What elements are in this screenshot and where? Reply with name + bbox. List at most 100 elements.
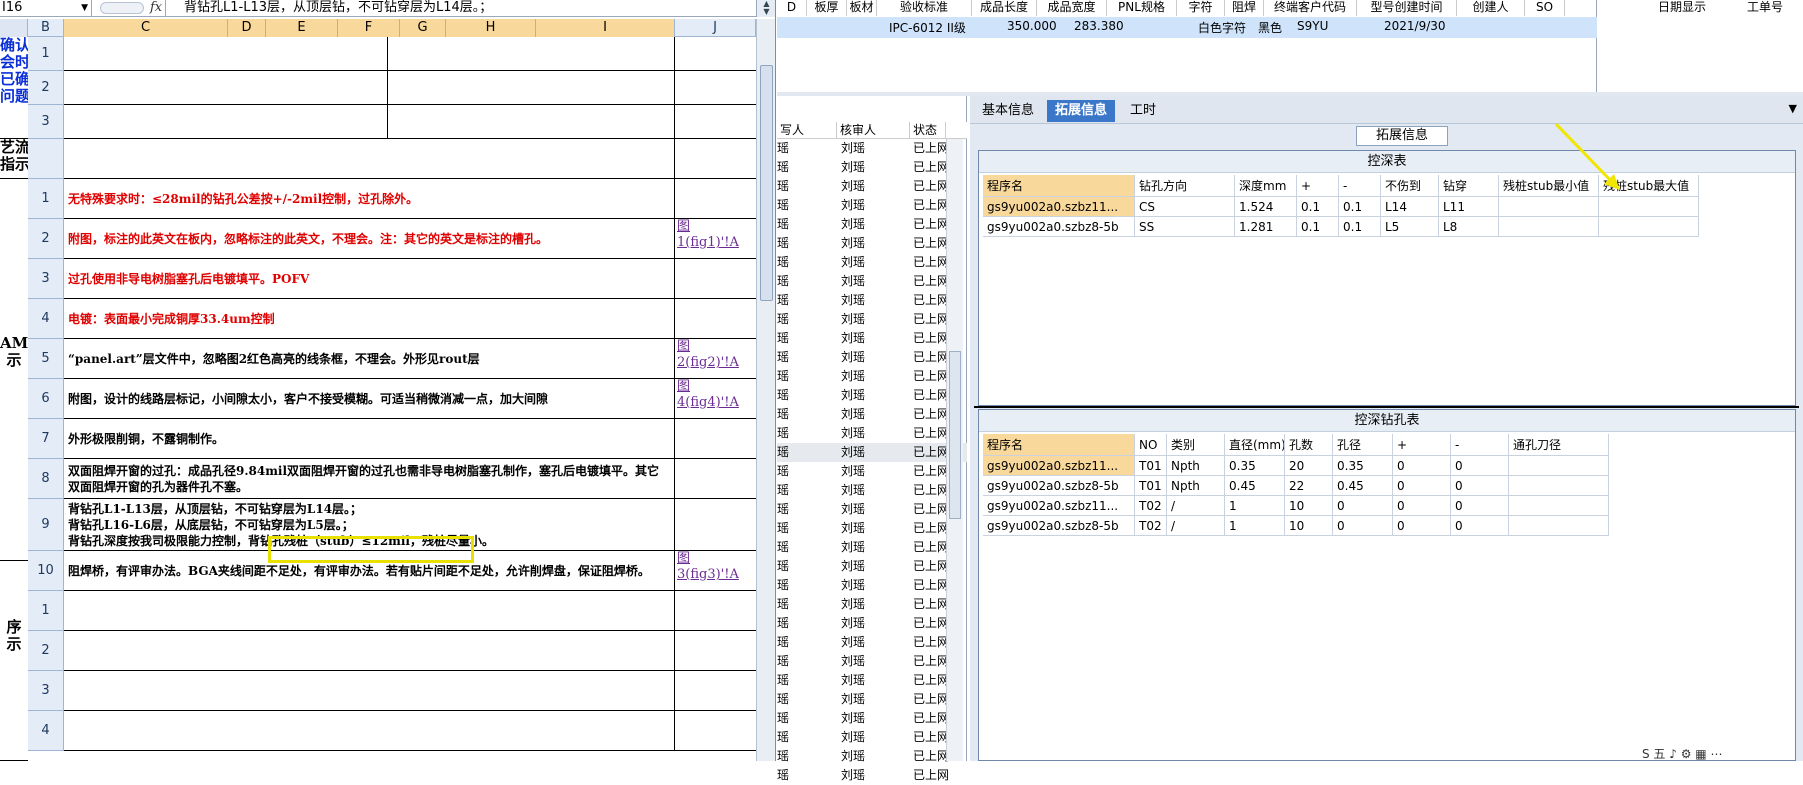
chevron-down-icon[interactable]: ▼ [81,0,88,16]
table-cell[interactable]: 0.45 [1225,476,1285,496]
sheet-row[interactable]: 电镀：表面最小完成铜厚33.4um控制 [64,299,756,339]
sheet-row[interactable] [64,105,756,139]
list-item[interactable]: 瑶 刘瑶 已上网 [777,595,967,614]
table-cell[interactable] [1509,456,1609,476]
list-item[interactable]: 瑶 刘瑶 已上网 [777,367,967,386]
column-header[interactable]: 钻孔方向 [1135,175,1235,197]
instruction-cell[interactable] [64,711,675,750]
list-item[interactable]: 瑶 刘瑶 已上网 [777,671,967,690]
figure-link[interactable] [675,37,756,70]
instruction-cell[interactable]: 附图，标注的此英文在板内，忽略标注的此英文，不理会。注：其它的英文是标注的槽孔。 [64,219,675,258]
row-header[interactable]: 2 [28,71,64,105]
side-table[interactable]: 日期显示 工单号 [1597,0,1803,92]
column-header[interactable]: 型号创建时间 [1357,0,1457,16]
column-header[interactable]: 程序名 [983,434,1135,456]
row-header[interactable]: 8 [28,459,64,499]
figure-link[interactable] [675,139,756,178]
list-item[interactable]: 瑶 刘瑶 已上网 [777,405,967,424]
column-header[interactable]: 板厚 [807,0,847,16]
table-cell[interactable] [1499,217,1599,237]
list-item[interactable]: 瑶 刘瑶 已上网 [777,196,967,215]
figure-link[interactable]: 图 1(fig1)'!A [675,219,756,258]
table-cell[interactable]: SS [1135,217,1235,237]
tray-icons[interactable]: S 五 ♪ ⚙ ▦ ⋯ [1642,745,1722,762]
column-header-e[interactable]: E [266,19,338,37]
list-item[interactable]: 瑶 刘瑶 已上网 [777,386,967,405]
row-header[interactable]: 9 [28,499,64,551]
table-cell[interactable]: 1.281 [1235,217,1297,237]
sheet-row[interactable]: 附图，设计的线路层标记，小间隙太小，客户不接受模糊。可适当稍微消减一点，加大间隙… [64,379,756,419]
table-cell[interactable]: Npth [1167,476,1225,496]
column-header[interactable]: 阻焊 [1225,0,1264,16]
table-cell[interactable]: gs9yu002a0.szbz11... [983,456,1135,476]
instruction-cell[interactable]: 无特殊要求时：≤28mil的钻孔公差按+/-2mil控制，过孔除外。 [64,179,675,218]
sheet-row[interactable]: 过孔使用非导电树脂塞孔后电镀填平。POFV [64,259,756,299]
column-header-f[interactable]: F [338,19,400,37]
table-cell[interactable]: 1.524 [1235,197,1297,217]
row-header[interactable]: 6 [28,379,64,419]
scroll-thumb[interactable] [949,351,961,519]
formula-controls[interactable] [100,2,144,14]
column-header[interactable]: 终端客户代码 [1264,0,1357,16]
column-header[interactable]: D [777,0,807,16]
instruction-cell[interactable] [64,37,675,70]
table-cell[interactable]: T01 [1135,476,1167,496]
table-cell[interactable]: 0 [1393,456,1451,476]
table-cell[interactable] [1509,516,1609,536]
panel-splitter[interactable] [974,406,1799,408]
instruction-cell[interactable] [64,671,675,710]
column-header[interactable]: + [1393,434,1451,456]
table-cell[interactable]: 20 [1285,456,1333,476]
row-header[interactable]: 4 [28,299,64,339]
column-header[interactable]: 孔数 [1285,434,1333,456]
table-cell[interactable]: 0 [1333,496,1393,516]
table-cell[interactable]: 0.35 [1333,456,1393,476]
list-item[interactable]: 瑶 刘瑶 已上网 [777,272,967,291]
figure-link[interactable] [675,71,756,104]
list-item[interactable]: 瑶 刘瑶 已上网 [777,614,967,633]
figure-link[interactable]: 图 3(fig3)'!A [675,551,756,590]
chevron-down-icon[interactable]: ▼ [1789,102,1797,115]
figure-link[interactable] [675,259,756,298]
sheet-row[interactable] [64,631,756,671]
table-cell[interactable]: L8 [1439,217,1499,237]
figure-link[interactable] [675,499,756,550]
column-header[interactable]: 创建人 [1457,0,1525,16]
list-item[interactable]: 瑶 刘瑶 已上网 [777,633,967,652]
list-item[interactable]: 瑶 刘瑶 已上网 [777,253,967,272]
instruction-cell[interactable]: 双面阻焊开窗的过孔：成品孔径9.84mil双面阻焊开窗的过孔也需非导电树脂塞孔制… [64,459,675,498]
figure-link[interactable]: 图 4(fig4)'!A [675,379,756,418]
list-item[interactable]: 瑶 刘瑶 已上网 [777,747,967,766]
figure-link[interactable]: 图 2(fig2)'!A [675,339,756,378]
table-cell[interactable]: 0 [1451,496,1509,516]
sheet-row[interactable]: 外形极限削铜，不露铜制作。 [64,419,756,459]
list-item[interactable]: 瑶 刘瑶 已上网 [777,576,967,595]
list-item[interactable]: 瑶 刘瑶 已上网 [777,443,967,462]
instruction-cell[interactable] [64,71,675,104]
row-header[interactable]: 3 [28,671,64,711]
instruction-cell[interactable] [64,105,675,138]
scroll-thumb[interactable] [760,65,773,301]
figure-link[interactable] [675,631,756,670]
sheet-row[interactable]: “panel.art”层文件中，忽略图2红色高亮的线条框，不理会。外形见rout… [64,339,756,379]
tab-basic-info[interactable]: 基本信息 [974,100,1042,122]
table-cell[interactable]: 0 [1451,456,1509,476]
header-status[interactable]: 状态 [910,122,946,139]
column-header-d[interactable]: D [228,19,266,37]
table-cell[interactable]: 1 [1225,516,1285,536]
figure-link[interactable] [675,105,756,138]
column-header[interactable]: 成品长度 [972,0,1037,16]
sheet-row[interactable]: 双面阻焊开窗的过孔：成品孔径9.84mil双面阻焊开窗的过孔也需非导电树脂塞孔制… [64,459,756,499]
corner-cell[interactable] [0,19,28,37]
list-item[interactable]: 瑶 刘瑶 已上网 [777,139,967,158]
table-cell[interactable] [1509,476,1609,496]
column-header[interactable]: PNL规格 [1107,0,1177,16]
column-header-j[interactable]: J [675,19,756,37]
list-item[interactable]: 瑶 刘瑶 已上网 [777,500,967,519]
figure-link[interactable] [675,179,756,218]
tab-work-hours[interactable]: 工时 [1122,100,1164,122]
instruction-cell[interactable] [64,591,675,630]
sheet-row[interactable] [64,591,756,631]
column-header-h[interactable]: H [446,19,536,37]
column-header[interactable]: 直径(mm) [1225,434,1285,456]
